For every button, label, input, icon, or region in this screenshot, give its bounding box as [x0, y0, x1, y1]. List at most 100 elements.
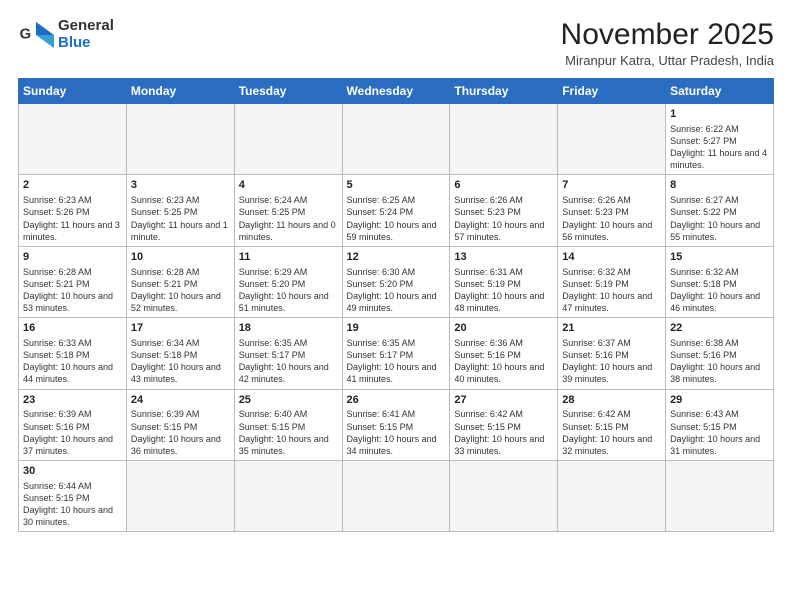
day-info: Sunrise: 6:40 AMSunset: 5:15 PMDaylight:…	[239, 408, 338, 457]
day-number: 9	[23, 250, 122, 265]
calendar-cell: 29Sunrise: 6:43 AMSunset: 5:15 PMDayligh…	[666, 389, 774, 460]
calendar-cell: 22Sunrise: 6:38 AMSunset: 5:16 PMDayligh…	[666, 318, 774, 389]
location-subtitle: Miranpur Katra, Uttar Pradesh, India	[561, 53, 774, 68]
logo-line2: Blue	[58, 35, 114, 52]
calendar-cell	[342, 104, 450, 175]
day-number: 7	[562, 178, 661, 193]
day-number: 2	[23, 178, 122, 193]
day-info: Sunrise: 6:44 AMSunset: 5:15 PMDaylight:…	[23, 480, 122, 529]
day-info: Sunrise: 6:32 AMSunset: 5:18 PMDaylight:…	[670, 266, 769, 315]
calendar-cell	[558, 104, 666, 175]
day-info: Sunrise: 6:23 AMSunset: 5:26 PMDaylight:…	[23, 194, 122, 243]
calendar-week-3: 9Sunrise: 6:28 AMSunset: 5:21 PMDaylight…	[19, 246, 774, 317]
logo-text: General Blue	[58, 18, 114, 51]
calendar-cell: 2Sunrise: 6:23 AMSunset: 5:26 PMDaylight…	[19, 175, 127, 246]
logo-line1: General	[58, 18, 114, 35]
day-number: 18	[239, 321, 338, 336]
calendar-cell: 28Sunrise: 6:42 AMSunset: 5:15 PMDayligh…	[558, 389, 666, 460]
day-number: 5	[347, 178, 446, 193]
calendar-cell	[666, 461, 774, 532]
calendar-cell	[234, 461, 342, 532]
calendar-cell: 16Sunrise: 6:33 AMSunset: 5:18 PMDayligh…	[19, 318, 127, 389]
calendar-cell: 18Sunrise: 6:35 AMSunset: 5:17 PMDayligh…	[234, 318, 342, 389]
weekday-header-friday: Friday	[558, 79, 666, 104]
day-number: 22	[670, 321, 769, 336]
calendar-cell	[450, 461, 558, 532]
day-info: Sunrise: 6:33 AMSunset: 5:18 PMDaylight:…	[23, 337, 122, 386]
day-number: 21	[562, 321, 661, 336]
calendar-cell: 23Sunrise: 6:39 AMSunset: 5:16 PMDayligh…	[19, 389, 127, 460]
day-info: Sunrise: 6:28 AMSunset: 5:21 PMDaylight:…	[23, 266, 122, 315]
calendar-week-1: 1Sunrise: 6:22 AMSunset: 5:27 PMDaylight…	[19, 104, 774, 175]
day-number: 30	[23, 464, 122, 479]
day-number: 29	[670, 393, 769, 408]
calendar-cell	[126, 104, 234, 175]
calendar-cell: 10Sunrise: 6:28 AMSunset: 5:21 PMDayligh…	[126, 246, 234, 317]
logo: G General Blue	[18, 18, 114, 51]
month-title: November 2025	[561, 18, 774, 51]
calendar-cell: 17Sunrise: 6:34 AMSunset: 5:18 PMDayligh…	[126, 318, 234, 389]
calendar-cell: 12Sunrise: 6:30 AMSunset: 5:20 PMDayligh…	[342, 246, 450, 317]
day-info: Sunrise: 6:30 AMSunset: 5:20 PMDaylight:…	[347, 266, 446, 315]
weekday-header-wednesday: Wednesday	[342, 79, 450, 104]
day-number: 23	[23, 393, 122, 408]
calendar-cell	[558, 461, 666, 532]
calendar-cell	[450, 104, 558, 175]
day-info: Sunrise: 6:24 AMSunset: 5:25 PMDaylight:…	[239, 194, 338, 243]
calendar-week-5: 23Sunrise: 6:39 AMSunset: 5:16 PMDayligh…	[19, 389, 774, 460]
calendar-cell: 5Sunrise: 6:25 AMSunset: 5:24 PMDaylight…	[342, 175, 450, 246]
weekday-header-monday: Monday	[126, 79, 234, 104]
page: G General Blue November 2025 Miranpur Ka…	[0, 0, 792, 612]
day-info: Sunrise: 6:34 AMSunset: 5:18 PMDaylight:…	[131, 337, 230, 386]
day-number: 15	[670, 250, 769, 265]
calendar-cell	[342, 461, 450, 532]
day-info: Sunrise: 6:29 AMSunset: 5:20 PMDaylight:…	[239, 266, 338, 315]
calendar-cell: 3Sunrise: 6:23 AMSunset: 5:25 PMDaylight…	[126, 175, 234, 246]
calendar-week-4: 16Sunrise: 6:33 AMSunset: 5:18 PMDayligh…	[19, 318, 774, 389]
weekday-header-thursday: Thursday	[450, 79, 558, 104]
weekday-header-saturday: Saturday	[666, 79, 774, 104]
calendar-cell: 6Sunrise: 6:26 AMSunset: 5:23 PMDaylight…	[450, 175, 558, 246]
day-number: 11	[239, 250, 338, 265]
day-info: Sunrise: 6:41 AMSunset: 5:15 PMDaylight:…	[347, 408, 446, 457]
svg-text:G: G	[20, 26, 31, 42]
calendar-cell: 4Sunrise: 6:24 AMSunset: 5:25 PMDaylight…	[234, 175, 342, 246]
calendar: SundayMondayTuesdayWednesdayThursdayFrid…	[18, 78, 774, 532]
day-info: Sunrise: 6:27 AMSunset: 5:22 PMDaylight:…	[670, 194, 769, 243]
general-blue-logo-icon: G	[18, 20, 54, 50]
calendar-cell: 19Sunrise: 6:35 AMSunset: 5:17 PMDayligh…	[342, 318, 450, 389]
day-number: 1	[670, 107, 769, 122]
title-block: November 2025 Miranpur Katra, Uttar Prad…	[561, 18, 774, 68]
calendar-cell: 1Sunrise: 6:22 AMSunset: 5:27 PMDaylight…	[666, 104, 774, 175]
day-info: Sunrise: 6:22 AMSunset: 5:27 PMDaylight:…	[670, 123, 769, 172]
weekday-header-sunday: Sunday	[19, 79, 127, 104]
day-number: 25	[239, 393, 338, 408]
header: G General Blue November 2025 Miranpur Ka…	[18, 18, 774, 68]
day-info: Sunrise: 6:38 AMSunset: 5:16 PMDaylight:…	[670, 337, 769, 386]
weekday-header-tuesday: Tuesday	[234, 79, 342, 104]
day-number: 27	[454, 393, 553, 408]
calendar-cell: 13Sunrise: 6:31 AMSunset: 5:19 PMDayligh…	[450, 246, 558, 317]
day-info: Sunrise: 6:42 AMSunset: 5:15 PMDaylight:…	[454, 408, 553, 457]
day-number: 17	[131, 321, 230, 336]
calendar-week-6: 30Sunrise: 6:44 AMSunset: 5:15 PMDayligh…	[19, 461, 774, 532]
day-number: 13	[454, 250, 553, 265]
calendar-body: 1Sunrise: 6:22 AMSunset: 5:27 PMDaylight…	[19, 104, 774, 532]
calendar-cell: 21Sunrise: 6:37 AMSunset: 5:16 PMDayligh…	[558, 318, 666, 389]
calendar-cell: 14Sunrise: 6:32 AMSunset: 5:19 PMDayligh…	[558, 246, 666, 317]
day-info: Sunrise: 6:39 AMSunset: 5:16 PMDaylight:…	[23, 408, 122, 457]
day-number: 28	[562, 393, 661, 408]
day-number: 19	[347, 321, 446, 336]
day-info: Sunrise: 6:23 AMSunset: 5:25 PMDaylight:…	[131, 194, 230, 243]
calendar-cell: 8Sunrise: 6:27 AMSunset: 5:22 PMDaylight…	[666, 175, 774, 246]
day-number: 3	[131, 178, 230, 193]
day-number: 12	[347, 250, 446, 265]
day-number: 10	[131, 250, 230, 265]
day-number: 16	[23, 321, 122, 336]
day-info: Sunrise: 6:37 AMSunset: 5:16 PMDaylight:…	[562, 337, 661, 386]
day-number: 26	[347, 393, 446, 408]
calendar-header: SundayMondayTuesdayWednesdayThursdayFrid…	[19, 79, 774, 104]
day-number: 6	[454, 178, 553, 193]
calendar-cell: 20Sunrise: 6:36 AMSunset: 5:16 PMDayligh…	[450, 318, 558, 389]
day-info: Sunrise: 6:36 AMSunset: 5:16 PMDaylight:…	[454, 337, 553, 386]
